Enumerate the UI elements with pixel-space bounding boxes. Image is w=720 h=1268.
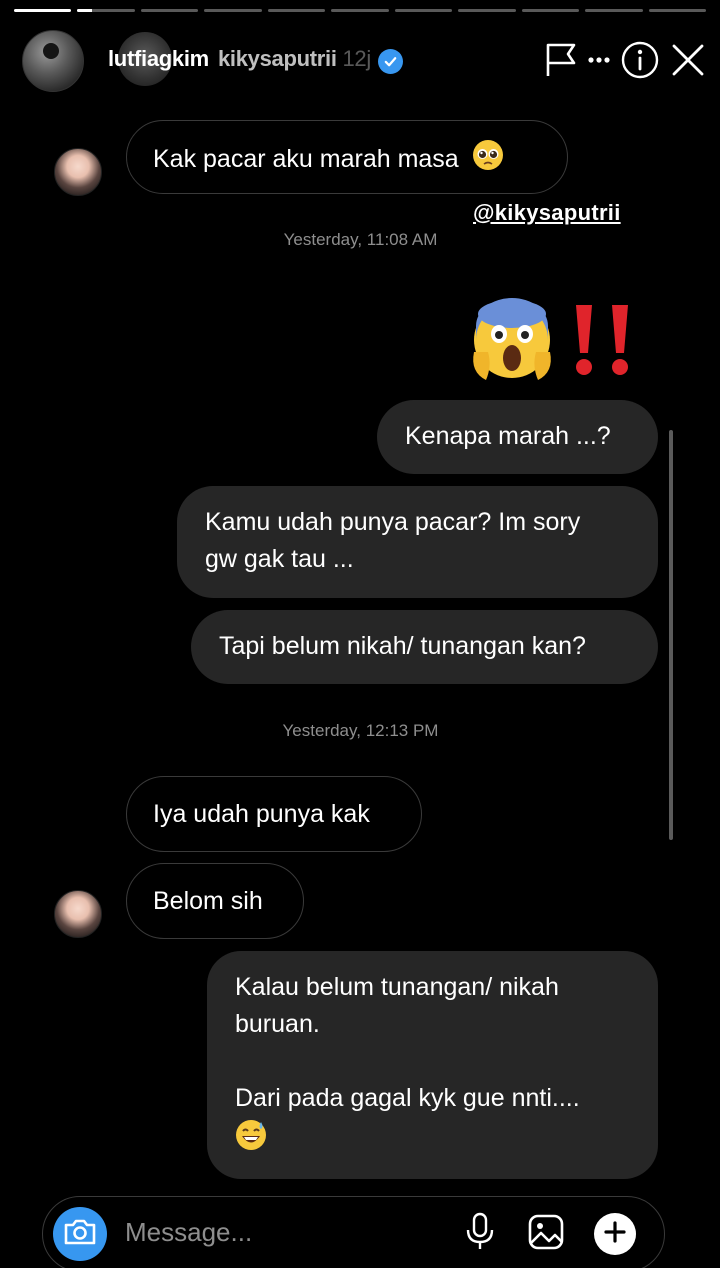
message-bubble-outgoing: Kamu udah punya pacar? Im sory gw gak ta…	[177, 486, 658, 598]
chat-timestamp: Yesterday, 12:13 PM	[282, 721, 439, 740]
message-bubble-incoming: Kak pacar aku marah masa	[126, 120, 568, 194]
progress-segment	[458, 9, 516, 12]
message-input[interactable]	[125, 1217, 445, 1248]
progress-segment	[267, 9, 326, 12]
message-bubble-incoming: Iya udah punya kak	[126, 776, 422, 852]
progress-segment-fill	[14, 9, 72, 12]
plus-icon	[604, 1220, 626, 1248]
message-text: Kak pacar aku marah masa	[153, 145, 459, 174]
overlay-username: kikysaputrii 12j	[218, 46, 371, 72]
progress-segment	[394, 9, 453, 12]
story-author-username[interactable]: lutfiagkim	[108, 46, 209, 72]
info-icon[interactable]	[620, 40, 660, 80]
verified-badge-icon	[378, 49, 403, 74]
microphone-button[interactable]	[457, 1211, 503, 1257]
overlay-username-text: kikysaputrii	[218, 46, 337, 71]
message-text: Iya udah punya kak	[153, 800, 370, 828]
gallery-icon	[527, 1213, 565, 1256]
message-bubble-incoming: Belom sih	[126, 863, 304, 939]
story-progress	[14, 9, 706, 12]
message-text-line: buruan.	[235, 1010, 320, 1038]
story-author-avatar[interactable]	[22, 30, 84, 92]
sender-avatar	[54, 890, 102, 938]
double-exclamation-icon	[566, 301, 640, 384]
flag-icon[interactable]	[544, 42, 578, 78]
message-bubble-outgoing: Kalau belum tunangan/ nikah buruan. Dari…	[207, 951, 658, 1179]
message-text-line: Kamu udah punya pacar? Im sory	[205, 508, 581, 536]
progress-segment	[14, 9, 72, 12]
microphone-icon	[465, 1212, 495, 1257]
message-text: Tapi belum nikah/ tunangan kan?	[219, 632, 586, 660]
pleading-face-icon	[472, 139, 504, 182]
close-icon[interactable]	[670, 42, 706, 78]
message-composer	[42, 1196, 665, 1268]
message-text-line: Kalau belum tunangan/ nikah	[235, 973, 559, 1001]
message-text: Kenapa marah ...?	[405, 422, 611, 450]
chat-timestamp: Yesterday, 11:08 AM	[283, 230, 438, 249]
progress-segment	[77, 9, 135, 12]
scream-face-icon	[468, 296, 556, 389]
message-text-line: gw gak tau ...	[205, 545, 354, 573]
camera-button[interactable]	[53, 1207, 107, 1261]
overlay-time: 12j	[342, 46, 372, 71]
progress-segment	[204, 9, 262, 12]
message-bubble-outgoing: Tapi belum nikah/ tunangan kan?	[191, 610, 658, 684]
message-text-line: Dari pada gagal kyk gue nnti....	[235, 1084, 580, 1112]
emoji-reaction	[468, 296, 640, 389]
grinning-sweat-face-icon	[235, 1119, 267, 1162]
add-button[interactable]	[594, 1213, 636, 1255]
message-bubble-outgoing: Kenapa marah ...?	[377, 400, 658, 474]
message-text: Belom sih	[153, 887, 263, 915]
gallery-button[interactable]	[523, 1211, 569, 1257]
story-header: lutfiagkim kikysaputrii 12j	[22, 28, 706, 92]
progress-segment	[585, 9, 643, 12]
more-icon[interactable]	[588, 55, 610, 65]
watermark-handle: @kikysaputrii	[473, 200, 621, 225]
camera-icon	[63, 1218, 97, 1251]
progress-segment	[648, 9, 706, 12]
sender-avatar	[54, 148, 102, 196]
progress-segment	[521, 9, 580, 12]
scrollbar[interactable]	[669, 430, 673, 840]
progress-segment	[140, 9, 199, 12]
chat-screenshot: Kak pacar aku marah masa @kikysaputrii Y…	[42, 108, 679, 1190]
progress-segment-fill	[77, 9, 92, 12]
progress-segment	[331, 9, 389, 12]
